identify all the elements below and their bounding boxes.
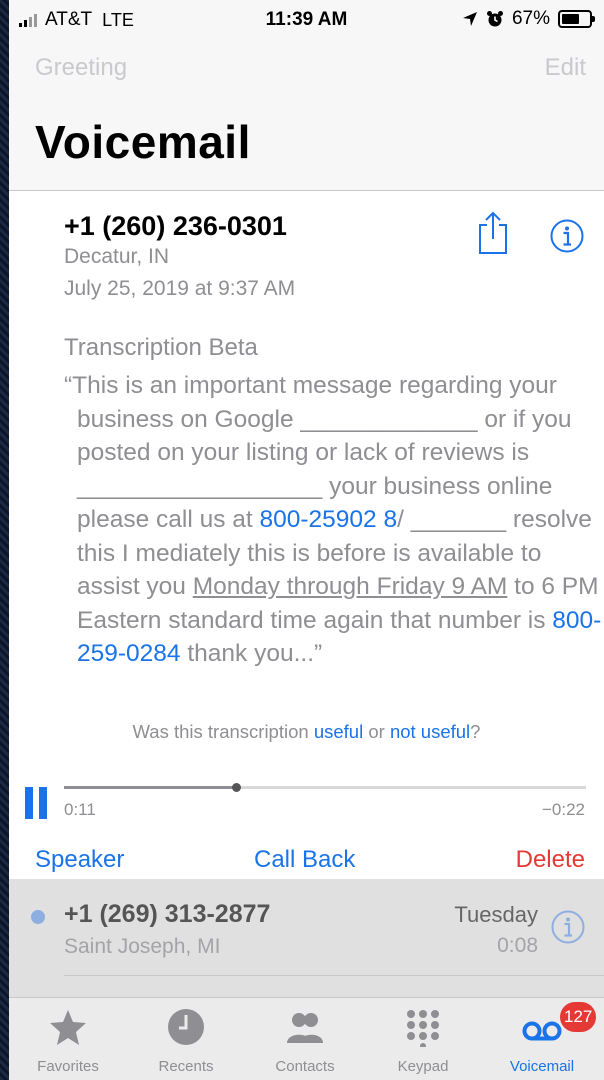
remaining-time: −0:22 (541, 800, 585, 819)
tab-contacts[interactable]: Contacts (246, 998, 364, 1080)
phone-screen: AT&T LTE 11:39 AM 67% Greeting Edit Voic… (9, 0, 604, 1080)
playback-scrubber[interactable] (64, 783, 586, 792)
caller-location: Decatur, IN (64, 245, 170, 268)
not-useful-link[interactable]: not useful (390, 721, 470, 742)
voicemail-badge: 127 (560, 1002, 597, 1032)
unread-dot-icon (31, 910, 45, 924)
left-edge-strip (0, 0, 9, 1080)
voicemail-list-item[interactable]: +1 (269) 313-2877 Saint Joseph, MI Tuesd… (9, 879, 604, 997)
feedback-middle: or (363, 721, 390, 742)
keypad-icon (407, 1010, 439, 1047)
list-caller-location: Saint Joseph, MI (64, 935, 221, 958)
edit-button[interactable]: Edit (545, 54, 586, 82)
phone-link-1[interactable]: 800-25902 8 (260, 506, 398, 533)
transcription-label: Transcription Beta (64, 334, 258, 361)
tab-label: Recents (158, 1058, 214, 1075)
tab-favorites[interactable]: Favorites (9, 998, 127, 1080)
info-icon[interactable] (550, 219, 584, 253)
battery-icon (558, 10, 595, 28)
caller-number: +1 (260) 236-0301 (64, 211, 287, 241)
useful-link[interactable]: useful (314, 721, 363, 742)
share-icon[interactable] (477, 211, 509, 255)
feedback-suffix: ? (470, 721, 481, 742)
list-caller-number: +1 (269) 313-2877 (64, 900, 271, 928)
tab-recents[interactable]: Recents (127, 998, 245, 1080)
page-title: Voicemail (35, 116, 251, 168)
tab-bar: Favorites Recents Contacts Keypad 127 Vo… (9, 997, 604, 1080)
location-arrow-icon (462, 12, 477, 26)
voicemail-detail-card: +1 (260) 236-0301 Decatur, IN July 25, 2… (9, 191, 604, 879)
clock-icon (168, 1009, 204, 1045)
tab-label: Voicemail (509, 1058, 575, 1075)
call-back-button[interactable]: Call Back (254, 846, 355, 874)
tab-label: Favorites (37, 1058, 99, 1075)
star-icon (50, 1010, 86, 1045)
playback-progress (64, 786, 237, 789)
scrubber-handle[interactable] (232, 783, 242, 792)
status-bar: AT&T LTE 11:39 AM 67% (9, 0, 604, 38)
elapsed-time: 0:11 (64, 800, 96, 819)
contacts-icon (287, 1013, 323, 1043)
transcription-feedback: Was this transcription useful or not use… (9, 721, 604, 743)
delete-button[interactable]: Delete (516, 846, 585, 874)
speaker-button[interactable]: Speaker (35, 846, 124, 874)
tab-label: Keypad (397, 1058, 449, 1075)
voicemail-icon (522, 1021, 562, 1041)
date-link[interactable]: Monday through Friday 9 AM (193, 573, 508, 600)
pause-icon[interactable] (25, 787, 49, 819)
transcript-part-4: thank you...” (180, 640, 323, 667)
tab-label: Contacts (275, 1058, 335, 1075)
tab-keypad[interactable]: Keypad (364, 998, 482, 1080)
status-right: 67% (462, 8, 595, 30)
greeting-button[interactable]: Greeting (35, 54, 127, 82)
feedback-prefix: Was this transcription (132, 721, 314, 742)
transcription-text: “This is an important message regarding … (64, 369, 604, 671)
list-day: Tuesday (454, 902, 538, 927)
battery-percent: 67% (511, 8, 550, 29)
list-info-icon[interactable] (551, 910, 585, 944)
row-divider (64, 975, 604, 976)
list-duration: 0:08 (497, 934, 538, 957)
alarm-icon (486, 11, 503, 27)
tab-voicemail[interactable]: 127 Voicemail (483, 998, 601, 1080)
voicemail-datetime: July 25, 2019 at 9:37 AM (64, 277, 296, 300)
